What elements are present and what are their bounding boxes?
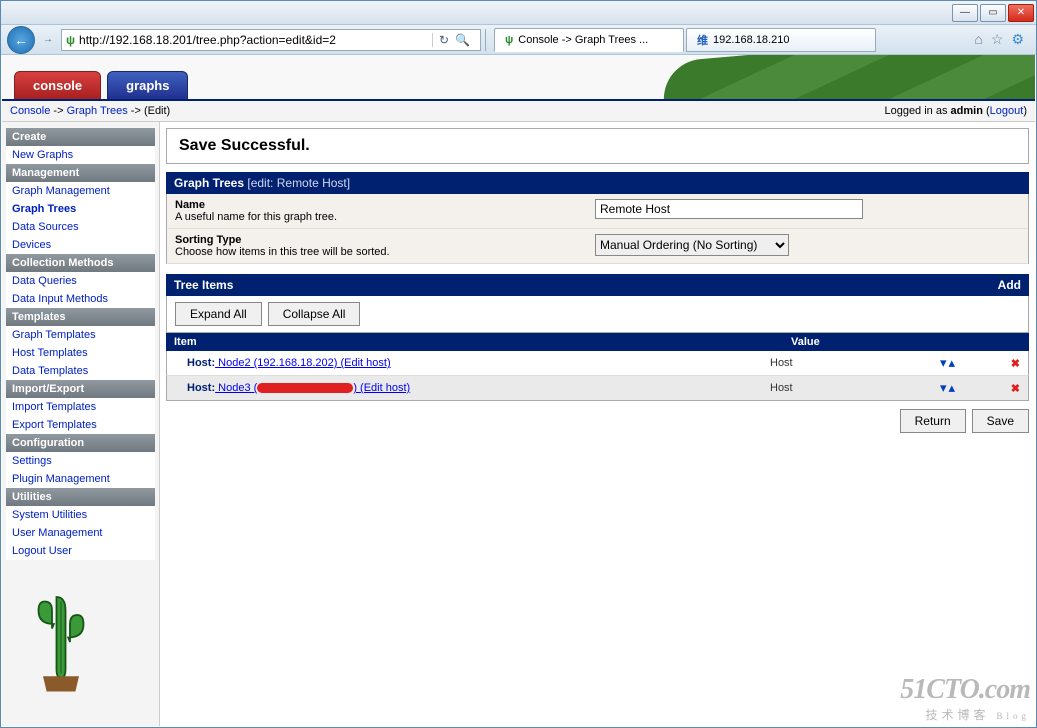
- save-button[interactable]: Save: [972, 409, 1029, 433]
- move-up-icon[interactable]: ▴: [949, 380, 956, 396]
- move-down-icon[interactable]: ▾: [940, 380, 947, 396]
- cactus-logo: [6, 567, 155, 720]
- tab-graphs[interactable]: graphs: [107, 71, 188, 99]
- window-titlebar: — ▭ ✕: [1, 1, 1036, 25]
- browser-tab-1[interactable]: ψ Console -> Graph Trees ...: [494, 28, 684, 52]
- edit-host-link[interactable]: (Edit host): [340, 357, 390, 369]
- close-button[interactable]: ✕: [1008, 4, 1034, 22]
- sidebar-export-templates[interactable]: Export Templates: [6, 416, 155, 434]
- sidebar-user-management[interactable]: User Management: [6, 524, 155, 542]
- watermark: 51CTO.com 技术博客 Blog: [900, 674, 1030, 723]
- breadcrumb-edit: (Edit): [144, 105, 170, 117]
- header-artwork: [575, 55, 1035, 99]
- section-header-tree-items: Tree Items Add: [166, 274, 1029, 296]
- url-text: http://192.168.18.201/tree.php?action=ed…: [79, 33, 336, 47]
- sidebar-header-utilities: Utilities: [6, 488, 155, 506]
- gear-icon[interactable]: ⚙: [1011, 31, 1024, 48]
- sidebar-data-templates[interactable]: Data Templates: [6, 362, 155, 380]
- add-link[interactable]: Add: [998, 278, 1021, 292]
- tree-row: Host: Node2 (192.168.18.202) (Edit host)…: [166, 351, 1029, 376]
- save-success-message: Save Successful.: [166, 128, 1029, 164]
- refresh-icon[interactable]: ↻: [439, 33, 449, 47]
- collapse-all-button[interactable]: Collapse All: [268, 302, 361, 326]
- favorites-icon[interactable]: ☆: [991, 31, 1004, 48]
- breadcrumb-console[interactable]: Console: [10, 105, 50, 117]
- sidebar-header-templates: Templates: [6, 308, 155, 326]
- logout-link[interactable]: Logout: [990, 105, 1024, 117]
- name-input[interactable]: [595, 199, 863, 219]
- sidebar-data-sources[interactable]: Data Sources: [6, 218, 155, 236]
- sidebar: Create New Graphs Management Graph Manag…: [2, 122, 160, 726]
- form-row-name: Name A useful name for this graph tree.: [166, 194, 1029, 229]
- breadcrumb-graph-trees[interactable]: Graph Trees: [67, 105, 128, 117]
- sidebar-plugin-management[interactable]: Plugin Management: [6, 470, 155, 488]
- sidebar-graph-management[interactable]: Graph Management: [6, 182, 155, 200]
- sidebar-import-templates[interactable]: Import Templates: [6, 398, 155, 416]
- sidebar-header-collection: Collection Methods: [6, 254, 155, 272]
- sidebar-data-queries[interactable]: Data Queries: [6, 272, 155, 290]
- tree-item-link[interactable]: Node2 (192.168.18.202): [215, 357, 340, 369]
- move-down-icon[interactable]: ▾: [940, 355, 947, 371]
- app-header: console graphs: [2, 55, 1035, 101]
- sidebar-graph-templates[interactable]: Graph Templates: [6, 326, 155, 344]
- edit-host-link[interactable]: (Edit host): [360, 382, 410, 394]
- tree-item-link[interactable]: Node3 (): [215, 382, 360, 394]
- sidebar-devices[interactable]: Devices: [6, 236, 155, 254]
- tree-grid-header: Item Value: [166, 333, 1029, 351]
- search-icon[interactable]: 🔍: [455, 33, 470, 47]
- home-icon[interactable]: ⌂: [974, 31, 982, 48]
- sorting-type-select[interactable]: Manual Ordering (No Sorting): [595, 234, 789, 256]
- sidebar-system-utilities[interactable]: System Utilities: [6, 506, 155, 524]
- main-content: Save Successful. Graph Trees [edit: Remo…: [160, 122, 1035, 726]
- url-field[interactable]: ψ http://192.168.18.201/tree.php?action=…: [61, 29, 481, 51]
- cacti-favicon: ψ: [505, 34, 513, 46]
- minimize-button[interactable]: —: [952, 4, 978, 22]
- delete-icon[interactable]: ✖: [1011, 358, 1020, 370]
- move-up-icon[interactable]: ▴: [949, 355, 956, 371]
- sidebar-data-input-methods[interactable]: Data Input Methods: [6, 290, 155, 308]
- back-button[interactable]: ←: [7, 26, 35, 54]
- tab-favicon: 维: [697, 32, 708, 48]
- sidebar-graph-trees[interactable]: Graph Trees: [6, 200, 155, 218]
- sidebar-header-configuration: Configuration: [6, 434, 155, 452]
- return-button[interactable]: Return: [900, 409, 966, 433]
- maximize-button[interactable]: ▭: [980, 4, 1006, 22]
- forward-button[interactable]: →: [39, 26, 57, 54]
- cacti-favicon: ψ: [66, 33, 75, 47]
- sidebar-settings[interactable]: Settings: [6, 452, 155, 470]
- delete-icon[interactable]: ✖: [1011, 383, 1020, 395]
- breadcrumb: Console -> Graph Trees -> (Edit) Logged …: [2, 101, 1035, 122]
- sidebar-header-importexport: Import/Export: [6, 380, 155, 398]
- address-bar: ← → ψ http://192.168.18.201/tree.php?act…: [1, 25, 1036, 55]
- sidebar-logout-user[interactable]: Logout User: [6, 542, 155, 560]
- expand-all-button[interactable]: Expand All: [175, 302, 262, 326]
- browser-tab-2[interactable]: 维 192.168.18.210: [686, 28, 876, 52]
- sidebar-header-management: Management: [6, 164, 155, 182]
- sidebar-new-graphs[interactable]: New Graphs: [6, 146, 155, 164]
- section-header-graph-trees: Graph Trees [edit: Remote Host]: [166, 172, 1029, 194]
- sidebar-header-create: Create: [6, 128, 155, 146]
- form-row-sorting: Sorting Type Choose how items in this tr…: [166, 229, 1029, 264]
- current-user: admin: [951, 105, 983, 117]
- sidebar-host-templates[interactable]: Host Templates: [6, 344, 155, 362]
- tab-console[interactable]: console: [14, 71, 101, 99]
- redacted-text: [257, 383, 353, 393]
- tree-row: Host: Node3 () (Edit host) Host ▾ ▴ ✖: [166, 376, 1029, 401]
